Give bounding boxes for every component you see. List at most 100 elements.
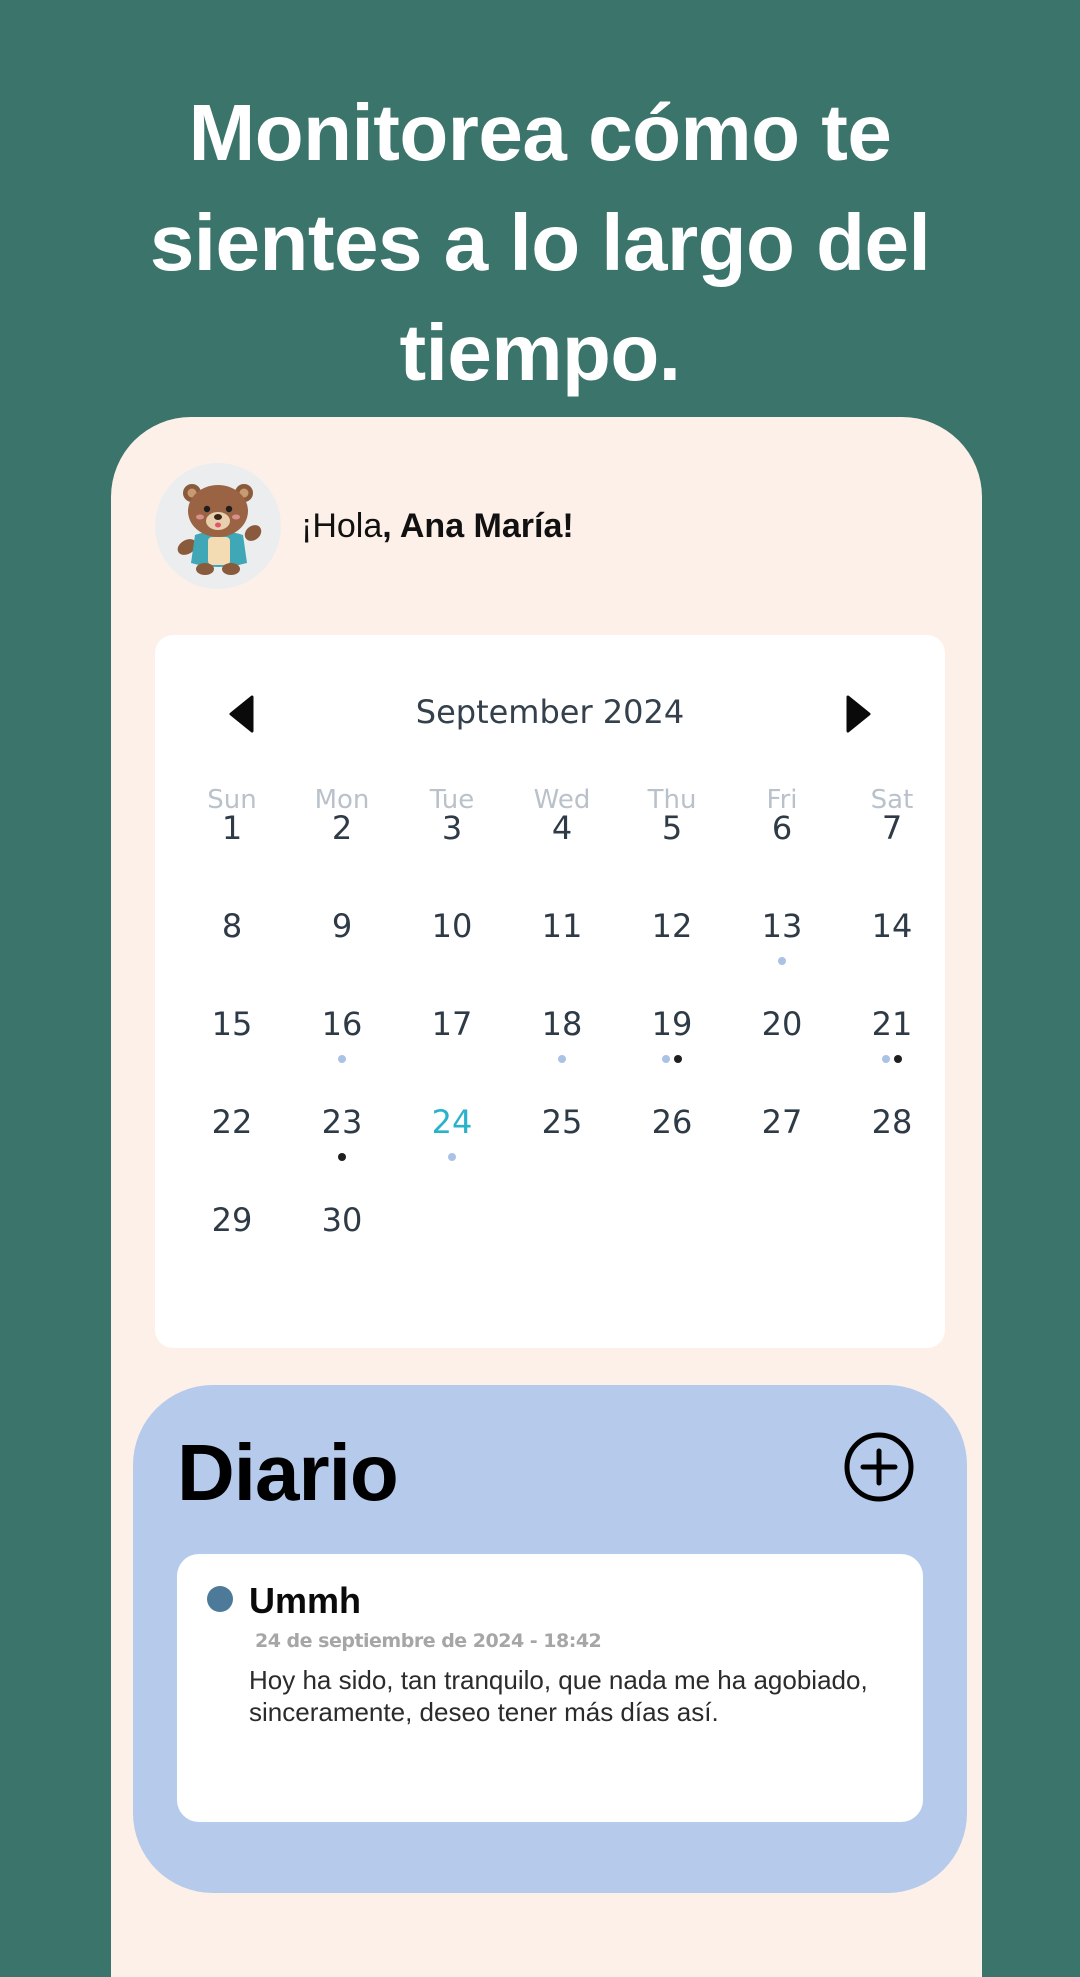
user-name: , Ana María! (382, 506, 574, 545)
entry-markers (397, 1153, 507, 1161)
calendar-day[interactable]: 7 (837, 803, 947, 883)
next-month-button[interactable] (835, 690, 883, 738)
empty-day-cell (837, 1195, 947, 1275)
day-number: 9 (331, 907, 353, 945)
entry-marker-light (448, 1153, 456, 1161)
plus-circle-icon (844, 1432, 914, 1502)
entry-date: 24 de septiembre de 2024 - 18:42 (255, 1630, 602, 1652)
day-number: 2 (331, 809, 353, 847)
day-number: 16 (321, 1005, 363, 1043)
calendar-day[interactable]: 8 (177, 901, 287, 981)
calendar-day[interactable]: 1 (177, 803, 287, 883)
calendar-day[interactable]: 9 (287, 901, 397, 981)
empty-day-cell (727, 1195, 837, 1275)
day-number: 22 (211, 1103, 253, 1141)
empty-day-cell (397, 1195, 507, 1275)
calendar-day[interactable]: 24 (397, 1097, 507, 1177)
entry-markers (287, 1055, 397, 1063)
calendar-day[interactable]: 13 (727, 901, 837, 981)
greeting-text: ¡Hola, Ana María! (301, 507, 574, 546)
entry-marker-dark (338, 1153, 346, 1161)
diario-panel: Diario Ummh 24 de septiembre de 2024 - 1… (133, 1385, 967, 1893)
empty-day-cell (507, 1195, 617, 1275)
entry-marker-light (662, 1055, 670, 1063)
entry-title: Ummh (249, 1580, 362, 1621)
day-number: 30 (321, 1201, 363, 1239)
calendar-day[interactable]: 26 (617, 1097, 727, 1177)
entry-marker-dark (674, 1055, 682, 1063)
calendar-day[interactable]: 21 (837, 999, 947, 1079)
entry-marker-light (882, 1055, 890, 1063)
diario-title: Diario (177, 1428, 399, 1517)
diary-entry-card[interactable]: Ummh 24 de septiembre de 2024 - 18:42 Ho… (177, 1554, 923, 1822)
calendar-day[interactable]: 16 (287, 999, 397, 1079)
day-number: 27 (761, 1103, 803, 1141)
entry-marker-light (338, 1055, 346, 1063)
calendar-day[interactable]: 12 (617, 901, 727, 981)
calendar-week: 8 9 10 11 12 13 14 (177, 901, 947, 981)
greeting-prefix: ¡Hola (301, 506, 383, 545)
calendar-day[interactable]: 3 (397, 803, 507, 883)
calendar-week: 15 16 17 18 19 20 21 (177, 999, 947, 1079)
day-number: 1 (221, 809, 243, 847)
entry-markers (617, 1055, 727, 1063)
day-number: 14 (871, 907, 913, 945)
day-number: 13 (761, 907, 803, 945)
entry-marker-light (558, 1055, 566, 1063)
day-number: 3 (441, 809, 463, 847)
entry-markers (837, 1055, 947, 1063)
entry-marker-light (778, 957, 786, 965)
calendar-week: 29 30 (177, 1195, 947, 1275)
day-number: 26 (651, 1103, 693, 1141)
entry-markers (507, 1055, 617, 1063)
calendar-day[interactable]: 22 (177, 1097, 287, 1177)
day-number: 24 (431, 1103, 473, 1141)
day-number: 25 (541, 1103, 583, 1141)
calendar-day[interactable]: 20 (727, 999, 837, 1079)
entry-text: Hoy ha sido, tan tranquilo, que nada me … (249, 1665, 868, 1727)
day-number: 4 (551, 809, 573, 847)
month-label: September 2024 (415, 693, 685, 731)
calendar-day[interactable]: 27 (727, 1097, 837, 1177)
calendar-day[interactable]: 30 (287, 1195, 397, 1275)
calendar-day[interactable]: 29 (177, 1195, 287, 1275)
calendar-day[interactable]: 19 (617, 999, 727, 1079)
day-number: 8 (221, 907, 243, 945)
greeting-row: ¡Hola, Ana María! (155, 463, 574, 589)
calendar-week: 22 23 24 25 26 27 28 (177, 1097, 947, 1177)
day-number: 20 (761, 1005, 803, 1043)
calendar-day[interactable]: 28 (837, 1097, 947, 1177)
calendar-day[interactable]: 18 (507, 999, 617, 1079)
entry-markers (727, 957, 837, 965)
calendar-day[interactable]: 25 (507, 1097, 617, 1177)
app-screen: ¡Hola, Ana María! September 2024 Sun Mon… (111, 417, 982, 1977)
day-number: 5 (661, 809, 683, 847)
calendar-week: 1 2 3 4 5 6 7 (177, 803, 947, 883)
day-number: 12 (651, 907, 693, 945)
day-number: 18 (541, 1005, 583, 1043)
calendar-day[interactable]: 10 (397, 901, 507, 981)
caret-right-icon (846, 695, 871, 733)
mood-indicator (207, 1586, 233, 1612)
day-number: 15 (211, 1005, 253, 1043)
add-entry-button[interactable] (843, 1431, 915, 1503)
entry-markers (287, 1153, 397, 1161)
calendar-day[interactable]: 2 (287, 803, 397, 883)
calendar-day[interactable]: 23 (287, 1097, 397, 1177)
calendar-day[interactable]: 5 (617, 803, 727, 883)
calendar-day[interactable]: 11 (507, 901, 617, 981)
bear-avatar (155, 463, 281, 589)
calendar-day[interactable]: 14 (837, 901, 947, 981)
calendar-day[interactable]: 4 (507, 803, 617, 883)
calendar-day[interactable]: 6 (727, 803, 837, 883)
day-number: 21 (871, 1005, 913, 1043)
headline: Monitorea cómo te sientes a lo largo del… (149, 88, 931, 397)
calendar-day[interactable]: 15 (177, 999, 287, 1079)
day-number: 11 (541, 907, 583, 945)
day-number: 7 (881, 809, 903, 847)
bear-icon (177, 484, 262, 575)
day-number: 17 (431, 1005, 473, 1043)
calendar-day[interactable]: 17 (397, 999, 507, 1079)
day-number: 10 (431, 907, 473, 945)
entry-marker-dark (894, 1055, 902, 1063)
